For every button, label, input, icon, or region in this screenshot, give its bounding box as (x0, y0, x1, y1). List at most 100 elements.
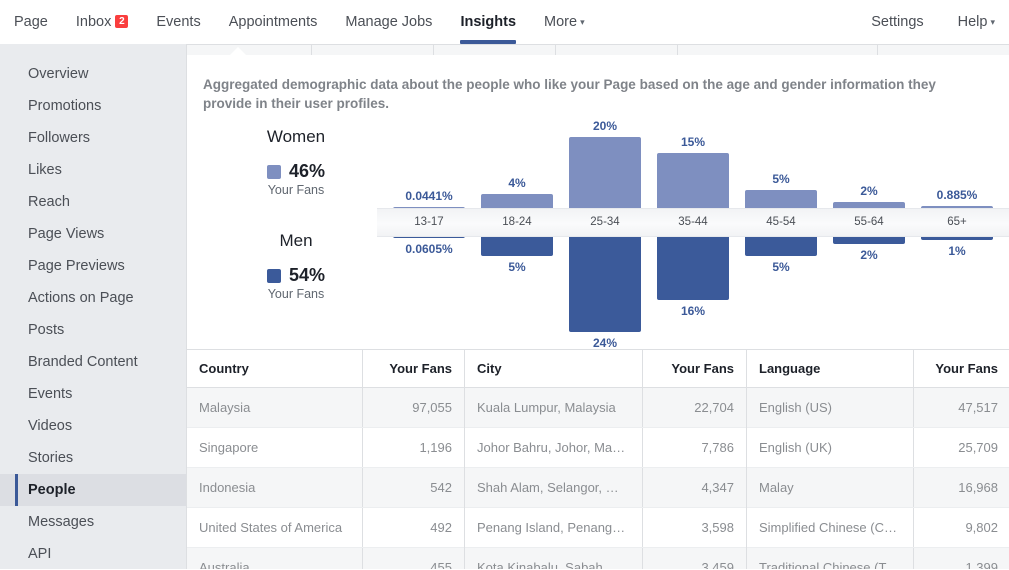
women-bar-group: 15% (649, 119, 737, 209)
men-bar[interactable] (745, 236, 817, 256)
sidebar-item-likes[interactable]: Likes (0, 154, 186, 186)
men-bar-value-label: 5% (772, 260, 790, 274)
nav-item-help[interactable]: Help ▾ (958, 0, 995, 44)
age-axis-tick-label: 55-64 (854, 216, 884, 228)
age-group-column[interactable]: 0.885% 1% 65+ (913, 119, 1001, 354)
nav-item-more[interactable]: More ▾ (544, 0, 585, 44)
top-navigation-bar: Page Inbox 2 Events Appointments Manage Jobs I… (0, 0, 1009, 44)
table-row[interactable]: Indonesia 542 (187, 467, 464, 508)
table-row[interactable]: Australia 455 (187, 547, 464, 569)
table-row[interactable]: Kota Kinabalu, Sabah, … 3,459 (465, 547, 746, 569)
age-group-column[interactable]: 5% 5% 45-54 (737, 119, 825, 354)
women-bar[interactable] (569, 137, 641, 209)
women-bar[interactable] (657, 153, 729, 209)
sidebar-item-page-previews[interactable]: Page Previews (0, 250, 186, 282)
table-cell-value: 455 (361, 547, 464, 569)
nav-item-settings[interactable]: Settings (871, 0, 923, 44)
nav-item-inbox[interactable]: Inbox 2 (75, 0, 129, 44)
table-row[interactable]: Penang Island, Penang… 3,598 (465, 507, 746, 548)
nav-item-page[interactable]: Page (14, 0, 48, 44)
nav-item-label: More (544, 14, 578, 30)
insights-sidebar: Overview Promotions Followers Likes Reach Pag… (0, 44, 186, 569)
age-group-column[interactable]: 4% 5% 18-24 (473, 119, 561, 354)
sidebar-item-videos[interactable]: Videos (0, 410, 186, 442)
table-column-header[interactable]: Country (187, 350, 363, 388)
men-bar-value-label: 1% (948, 244, 966, 258)
sidebar-item-promotions[interactable]: Promotions (0, 90, 186, 122)
table-cell-value: 47,517 (912, 387, 1009, 428)
age-bars-container: 0.0441% 0.0605% 13-17 4% 5% 18-24 20% 24% 25-34 1… (377, 119, 1009, 354)
table-column-header[interactable]: Your Fans (361, 350, 464, 388)
table-cell-name: Kota Kinabalu, Sabah, … (465, 547, 643, 569)
age-group-column[interactable]: 20% 24% 25-34 (561, 119, 649, 354)
subtab-divider (677, 45, 678, 55)
nav-item-insights[interactable]: Insights (460, 0, 517, 44)
sidebar-item-branded-content[interactable]: Branded Content (0, 346, 186, 378)
table-row[interactable]: Singapore 1,196 (187, 427, 464, 468)
age-axis-tick-label: 65+ (947, 216, 967, 228)
nav-item-appointments[interactable]: Appointments (229, 0, 318, 44)
table-row[interactable]: Johor Bahru, Johor, Ma… 7,786 (465, 427, 746, 468)
sidebar-item-page-views[interactable]: Page Views (0, 218, 186, 250)
table-column-header[interactable]: Your Fans (912, 350, 1009, 388)
sidebar-item-label: Followers (28, 130, 91, 146)
women-bar[interactable] (481, 194, 553, 209)
men-bar[interactable] (569, 236, 641, 332)
panel-description: Aggregated demographic data about the pe… (203, 77, 936, 111)
sidebar-item-label: Stories (28, 450, 74, 466)
table-row[interactable]: Kuala Lumpur, Malaysia 22,704 (465, 387, 746, 428)
table-column-header[interactable]: City (465, 350, 643, 388)
sidebar-item-actions-on-page[interactable]: Actions on Page (0, 282, 186, 314)
table-cell-name: Simplified Chinese (Chi… (747, 507, 914, 548)
age-group-column[interactable]: 0.0441% 0.0605% 13-17 (385, 119, 473, 354)
table-row[interactable]: Traditional Chinese (Ta… 1,399 (747, 547, 1009, 569)
sidebar-item-stories[interactable]: Stories (0, 442, 186, 474)
women-bar-value-label: 0.0441% (405, 189, 453, 203)
women-bar-group: 5% (737, 119, 825, 209)
nav-item-label: Inbox (75, 14, 112, 30)
legend-block-men: Men 54% Your Fans (201, 231, 391, 301)
table-cell-value: 4,347 (642, 467, 746, 508)
sidebar-item-label: Overview (28, 66, 89, 82)
table-row[interactable]: English (US) 47,517 (747, 387, 1009, 428)
women-bar-group: 0.885% (913, 119, 1001, 209)
men-bar[interactable] (657, 236, 729, 300)
table-row[interactable]: United States of America 492 (187, 507, 464, 548)
sidebar-item-events[interactable]: Events (0, 378, 186, 410)
table-cell-value: 25,709 (912, 427, 1009, 468)
women-bar-group: 2% (825, 119, 913, 209)
insights-subtab-strip[interactable] (186, 44, 1009, 55)
age-gender-chart: Women 46% Your Fans Men 54% Your Fans 0.… (187, 119, 1009, 354)
legend-row-men: 54% (201, 265, 391, 286)
table-row[interactable]: Simplified Chinese (Chi… 9,802 (747, 507, 1009, 548)
table-column-header[interactable]: Your Fans (642, 350, 746, 388)
table-cell-name: Traditional Chinese (Ta… (747, 547, 914, 569)
table-column-header[interactable]: Language (747, 350, 914, 388)
nav-item-label: Appointments (228, 14, 318, 30)
table-row[interactable]: Malay 16,968 (747, 467, 1009, 508)
sidebar-item-api[interactable]: API (0, 538, 186, 570)
women-bar-value-label: 20% (592, 119, 618, 133)
sidebar-item-messages[interactable]: Messages (0, 506, 186, 538)
sidebar-item-label: Page Previews (28, 258, 125, 274)
sidebar-item-posts[interactable]: Posts (0, 314, 186, 346)
age-group-column[interactable]: 2% 2% 55-64 (825, 119, 913, 354)
table-row[interactable]: English (UK) 25,709 (747, 427, 1009, 468)
men-bar-group: 5% (473, 236, 561, 354)
table-row[interactable]: Malaysia 97,055 (187, 387, 464, 428)
nav-item-events[interactable]: Events (156, 0, 200, 44)
age-group-column[interactable]: 15% 16% 35-44 (649, 119, 737, 354)
sidebar-item-reach[interactable]: Reach (0, 186, 186, 218)
age-axis-tick-label: 35-44 (678, 216, 708, 228)
sidebar-item-people[interactable]: People (0, 474, 186, 506)
sidebar-item-overview[interactable]: Overview (0, 58, 186, 90)
table-cell-value: 1,196 (361, 427, 464, 468)
sidebar-item-followers[interactable]: Followers (0, 122, 186, 154)
men-bar[interactable] (833, 236, 905, 244)
men-bar-group: 2% (825, 236, 913, 354)
nav-item-manage-jobs[interactable]: Manage Jobs (345, 0, 432, 44)
table-row[interactable]: Shah Alam, Selangor, … 4,347 (465, 467, 746, 508)
women-bar[interactable] (745, 190, 817, 209)
table-cell-value: 9,802 (912, 507, 1009, 548)
men-bar[interactable] (481, 236, 553, 256)
